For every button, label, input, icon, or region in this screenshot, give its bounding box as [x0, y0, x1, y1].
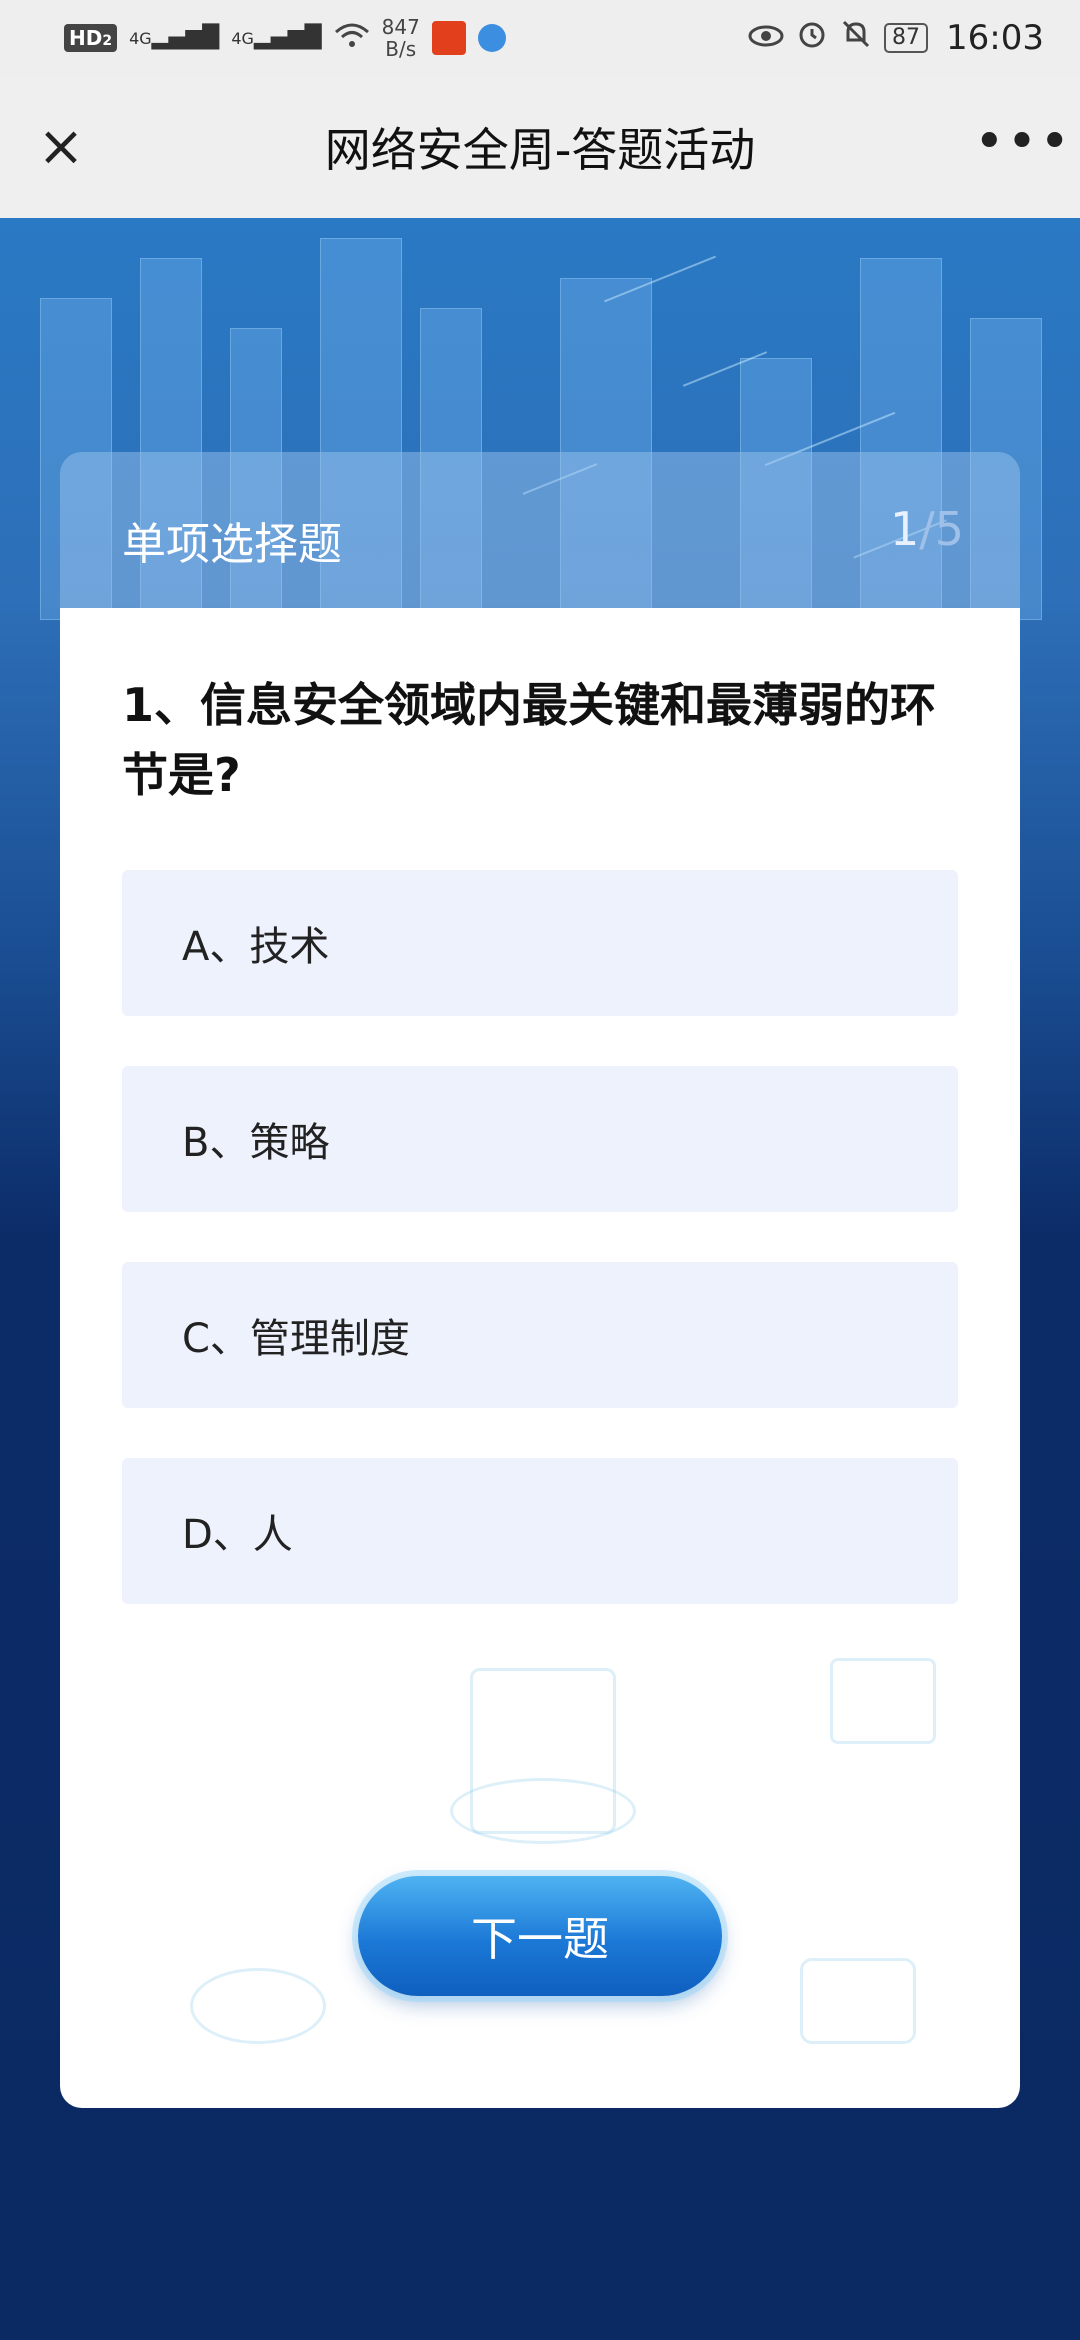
more-menu-icon[interactable]: ••• [974, 116, 1070, 174]
clock: 16:03 [946, 18, 1044, 58]
question-type-label: 单项选择题 [122, 519, 342, 570]
option-a[interactable]: A、技术 [122, 870, 958, 1016]
signal-icon: 4G▂▄▆█ [231, 25, 322, 50]
battery-indicator: 87 [884, 23, 929, 53]
option-label: D、人 [182, 1512, 293, 1558]
status-right: 87 16:03 [748, 18, 1044, 58]
option-d[interactable]: D、人 [122, 1458, 958, 1604]
alarm-icon [796, 18, 828, 58]
eye-icon [748, 21, 784, 56]
status-bar: HD2 4G▂▄▆█ 4G▂▄▆█ 847 B/s 87 16:03 [0, 0, 1080, 76]
status-left: HD2 4G▂▄▆█ 4G▂▄▆█ 847 B/s [64, 16, 506, 60]
platform-decoration [450, 1778, 636, 1844]
next-question-button[interactable]: 下一题 [358, 1876, 722, 1996]
network-speed: 847 B/s [381, 15, 420, 61]
mute-icon [840, 18, 872, 58]
platform-decoration [190, 1968, 326, 2044]
option-label: B、策略 [182, 1120, 330, 1166]
question-progress: 1/5 [889, 502, 964, 556]
app-notification-icon [477, 24, 506, 52]
lock-decoration [800, 1958, 916, 2044]
quiz-card: 1、信息安全领域内最关键和最薄弱的环节是? A、技术 B、策略 C、管理制度 D… [60, 608, 1020, 2108]
wifi-icon [334, 22, 370, 55]
page-title: 网络安全周-答题活动 [324, 123, 756, 177]
option-b[interactable]: B、策略 [122, 1066, 958, 1212]
close-icon[interactable]: × [34, 119, 88, 175]
option-label: A、技术 [182, 924, 330, 970]
option-label: C、管理制度 [182, 1316, 410, 1362]
quiz-card-header: 单项选择题 1/5 [60, 452, 1020, 608]
signal-icon: 4G▂▄▆█ [129, 25, 220, 50]
device-decoration [830, 1658, 936, 1744]
nav-bar: × 网络安全周-答题活动 ••• [0, 76, 1080, 218]
app-notification-icon [431, 21, 466, 55]
option-c[interactable]: C、管理制度 [122, 1262, 958, 1408]
question-text: 1、信息安全领域内最关键和最薄弱的环节是? [122, 678, 937, 802]
hd-badge: HD2 [64, 24, 118, 52]
